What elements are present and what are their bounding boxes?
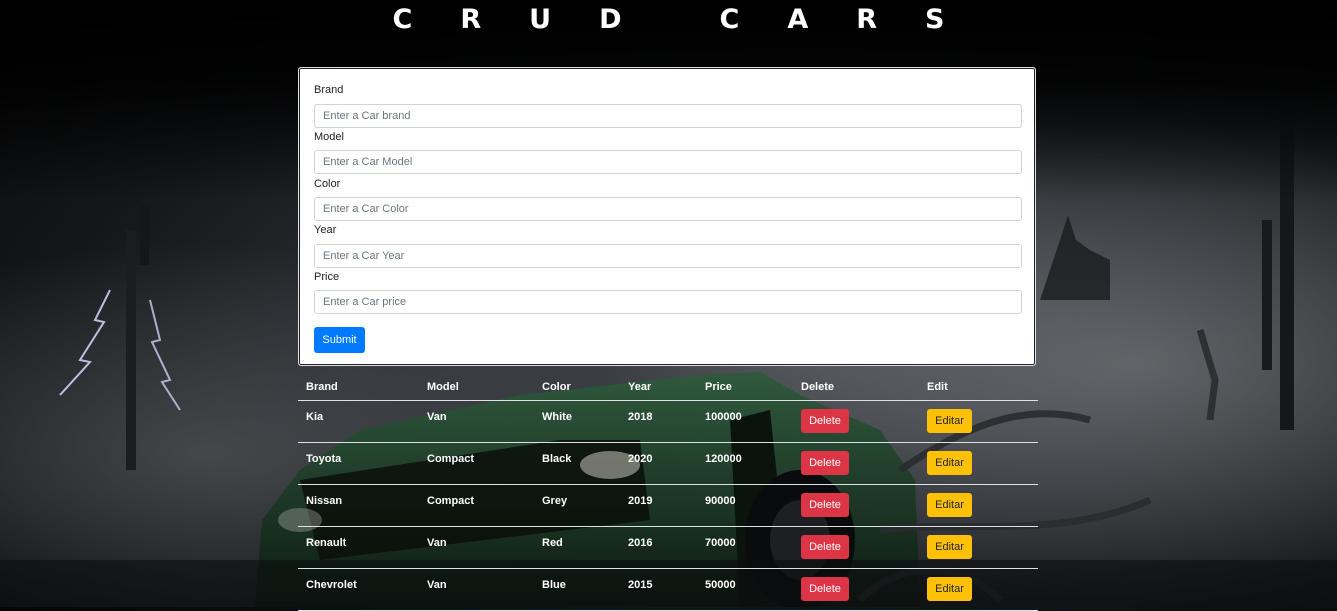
car-form: Brand Model Color Year Price Submit [298, 67, 1036, 366]
edit-button[interactable]: Editar [927, 577, 972, 601]
cell-year: 2015 [620, 568, 697, 611]
delete-button[interactable]: Delete [801, 535, 849, 559]
cell-color: Black [534, 442, 620, 485]
table-row: Chevrolet Van Blue 2015 50000 Delete Edi… [298, 568, 1038, 611]
header-edit: Edit [919, 374, 1038, 401]
cell-brand: Chevrolet [298, 568, 419, 611]
edit-button[interactable]: Editar [927, 451, 972, 475]
cell-price: 100000 [697, 400, 793, 443]
cell-model: Van [419, 400, 534, 443]
header-delete: Delete [793, 374, 919, 401]
delete-button[interactable]: Delete [801, 409, 849, 433]
edit-button[interactable]: Editar [927, 493, 972, 517]
table-row: Toyota Compact Black 2020 120000 Delete … [298, 442, 1038, 485]
cars-table: Brand Model Color Year Price Delete Edit… [298, 374, 1038, 611]
title-letter: C [719, 4, 788, 35]
table-row: Nissan Compact Grey 2019 90000 Delete Ed… [298, 484, 1038, 527]
edit-button[interactable]: Editar [927, 409, 972, 433]
edit-button[interactable]: Editar [927, 535, 972, 559]
cell-model: Van [419, 568, 534, 611]
cell-price: 70000 [697, 526, 793, 569]
model-label: Model [314, 131, 344, 143]
title-letter: U [529, 4, 600, 35]
header-year: Year [620, 374, 697, 401]
cell-delete: Delete [793, 526, 919, 569]
cell-brand: Kia [298, 400, 419, 443]
cell-delete: Delete [793, 484, 919, 527]
cell-delete: Delete [793, 568, 919, 611]
cell-brand: Nissan [298, 484, 419, 527]
cell-edit: Editar [919, 442, 1038, 485]
header-model: Model [419, 374, 534, 401]
price-label: Price [314, 271, 340, 283]
delete-button[interactable]: Delete [801, 577, 849, 601]
header-price: Price [697, 374, 793, 401]
delete-button[interactable]: Delete [801, 451, 849, 475]
cell-year: 2018 [620, 400, 697, 443]
cell-model: Van [419, 526, 534, 569]
title-letter: C [392, 4, 461, 35]
color-input[interactable] [314, 197, 1022, 221]
cell-model: Compact [419, 484, 534, 527]
year-label: Year [314, 224, 337, 236]
delete-button[interactable]: Delete [801, 493, 849, 517]
cell-price: 90000 [697, 484, 793, 527]
cell-price: 50000 [697, 568, 793, 611]
cell-color: Grey [534, 484, 620, 527]
cell-edit: Editar [919, 526, 1038, 569]
title-letter: S [925, 4, 945, 35]
cell-year: 2020 [620, 442, 697, 485]
title-letter: R [460, 4, 530, 35]
cell-brand: Renault [298, 526, 419, 569]
title-letter: A [787, 4, 857, 35]
header-brand: Brand [298, 374, 419, 401]
year-input[interactable] [314, 244, 1022, 268]
brand-input[interactable] [314, 104, 1022, 128]
header-color: Color [534, 374, 620, 401]
color-label: Color [314, 178, 341, 190]
brand-label: Brand [314, 84, 344, 96]
cell-delete: Delete [793, 442, 919, 485]
cell-color: Blue [534, 568, 620, 611]
page-title: CRUD CARS [0, 4, 1337, 35]
title-letter: D [599, 4, 670, 35]
cell-color: White [534, 400, 620, 443]
table-header-row: Brand Model Color Year Price Delete Edit [298, 374, 1038, 401]
cell-color: Red [534, 526, 620, 569]
cell-brand: Toyota [298, 442, 419, 485]
submit-button[interactable]: Submit [314, 327, 365, 353]
cell-year: 2019 [620, 484, 697, 527]
model-input[interactable] [314, 150, 1022, 174]
table-row: Kia Van White 2018 100000 Delete Editar [298, 400, 1038, 443]
cell-price: 120000 [697, 442, 793, 485]
cell-model: Compact [419, 442, 534, 485]
table-row: Renault Van Red 2016 70000 Delete Editar [298, 526, 1038, 569]
cell-edit: Editar [919, 484, 1038, 527]
title-letter: R [856, 4, 926, 35]
price-input[interactable] [314, 290, 1022, 314]
cell-edit: Editar [919, 568, 1038, 611]
cell-delete: Delete [793, 400, 919, 443]
cell-year: 2016 [620, 526, 697, 569]
cell-edit: Editar [919, 400, 1038, 443]
